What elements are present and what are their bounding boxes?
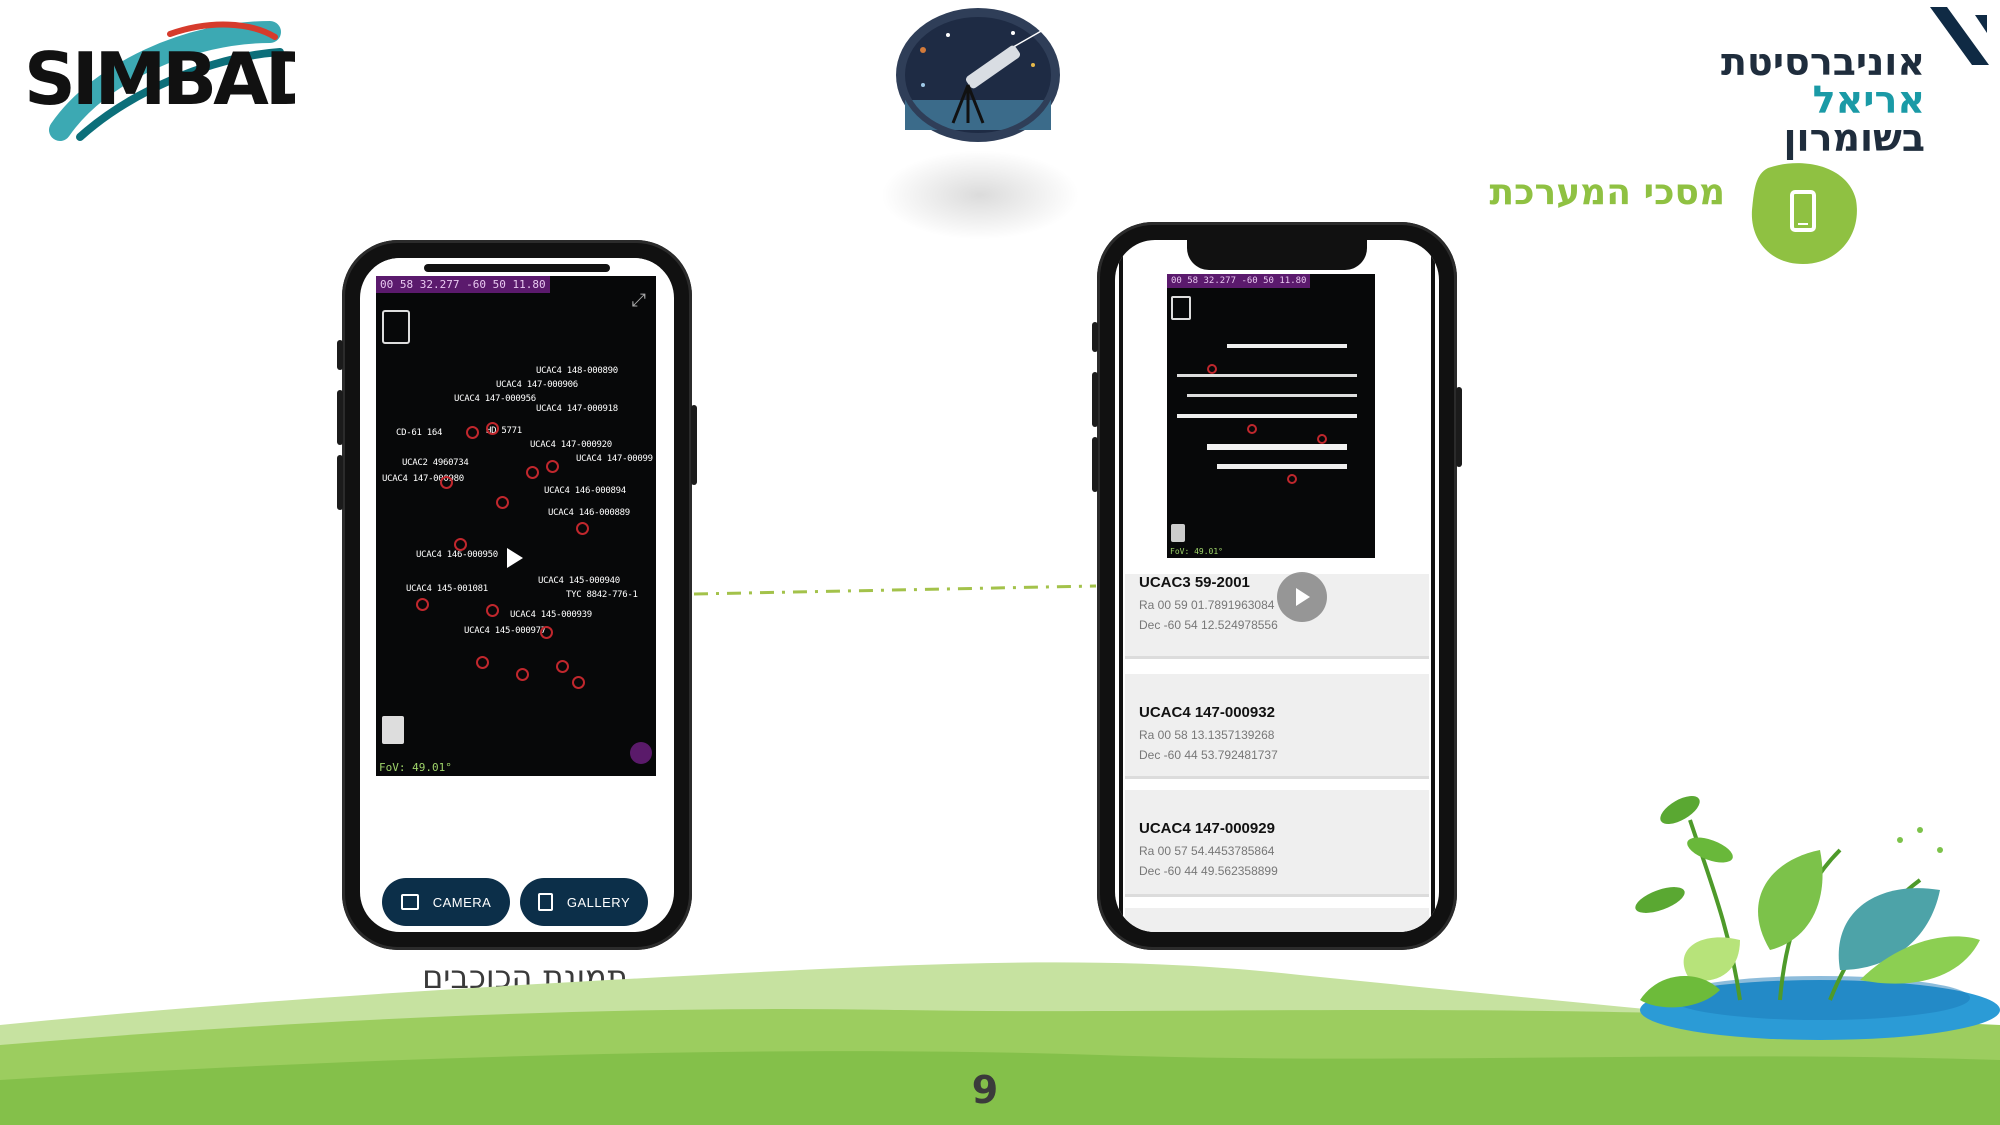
star-label: UCAC4 146-000889 [548,508,630,518]
phone-notch [1187,240,1367,270]
svg-text:SIMBAD: SIMBAD [24,37,295,121]
university-line-3: בשומרון [1783,116,1926,160]
fov-readout: FoV: 49.01° [379,761,452,774]
star-marker [1207,364,1217,374]
star-marker [556,660,569,673]
camera-button-label: CAMERA [432,894,492,910]
star-name: UCAC4 147-000932 [1139,704,1275,721]
university-line-2: אריאל [1812,78,1925,122]
gallery-button-label: GALLERY [566,894,631,910]
play-icon[interactable] [496,540,532,576]
phone-screen-left: 00 58 32.277 -60 50 11.80 ⤢ UCAC4 148-00… [360,258,674,932]
phone-mockup-left: 00 58 32.277 -60 50 11.80 ⤢ UCAC4 148-00… [337,240,697,950]
phone-mockup-right: 00 58 32.277 -60 50 11.80 FoV: 49.01° UC… [1092,222,1462,950]
star-marker [486,422,499,435]
star-name: UCAC3 59-2001 [1139,574,1250,591]
play-icon[interactable] [1277,572,1327,622]
layers-icon[interactable] [1171,296,1191,320]
star-marker [516,668,529,681]
star-dec: Dec -60 44 49.562358899 [1139,864,1278,878]
star-marker [466,426,479,439]
star-ra: Ra 00 57 54.4453785864 [1139,844,1275,858]
section-title: מסכי המערכת [1489,172,1725,213]
telescope-illustration [893,5,1063,145]
star-label: UCAC4 145-000977 [464,626,546,636]
fov-readout: FoV: 49.01° [1170,547,1223,556]
star-marker [440,476,453,489]
star-label: UCAC4 145-001081 [406,584,488,594]
star-label: UCAC4 146-000894 [544,486,626,496]
star-marker [540,626,553,639]
gallery-button[interactable]: GALLERY [520,878,648,926]
star-list-item[interactable]: UCAC4 147-000929 Ra 00 57 54.4453785864 … [1125,790,1429,897]
star-label: CD-61 164 [396,428,443,438]
star-list-item[interactable]: UCAC4 147-000932 Ra 00 58 13.1357139268 … [1125,674,1429,779]
star-list-item[interactable]: UCAC3 59-2001 Ra 00 59 01.7891963084 Dec… [1125,574,1429,659]
star-field-thumbnail[interactable]: 00 58 32.277 -60 50 11.80 FoV: 49.01° [1167,274,1375,558]
camera-icon [400,894,419,910]
expand-icon[interactable]: ⤢ [632,290,646,311]
star-marker [476,656,489,669]
star-marker [486,604,499,617]
university-mark-icon [1930,7,1989,65]
star-label: UCAC4 147-000906 [496,380,578,390]
star-marker [572,676,585,689]
star-marker [1287,474,1297,484]
star-marker [454,538,467,551]
simbad-logo: SIMBAD [20,12,325,147]
layers-icon[interactable] [382,310,410,344]
star-dec: Dec -60 44 53.792481737 [1139,748,1278,762]
star-marker [1317,434,1327,444]
star-name: UCAC4 147-000929 [1139,820,1275,837]
star-label: UCAC4 147-000956 [454,394,536,404]
star-label: UCAC4 146-000950 [416,550,498,560]
list-icon[interactable] [1171,524,1185,542]
coordinate-readout: 00 58 32.277 -60 50 11.80 [1167,274,1311,288]
telescope-shadow [880,150,1080,240]
star-marker [416,598,429,611]
star-label: UCAC4 147-00099 [576,454,653,464]
star-dec: Dec -60 54 12.524978556 [1139,618,1278,632]
connector-line [693,584,1097,596]
star-label: UCAC4 147-000920 [530,440,612,450]
plant-pond-illustration [1635,796,2000,1040]
section-badge [1748,160,1860,266]
star-field-image[interactable]: 00 58 32.277 -60 50 11.80 ⤢ UCAC4 148-00… [376,276,656,776]
ariel-university-logo: אוניברסיטת אריאל בשומרון [1705,5,1995,160]
star-list-item[interactable] [1125,908,1429,932]
star-marker [526,466,539,479]
star-label: UCAC2 4960734 [402,458,469,468]
star-marker [546,460,559,473]
gallery-icon [537,893,553,911]
phone-screen-right: 00 58 32.277 -60 50 11.80 FoV: 49.01° UC… [1115,240,1439,932]
star-label: UCAC4 145-000939 [510,610,592,620]
star-label: UCAC4 148-000890 [536,366,618,376]
star-label: UCAC4 147-000918 [536,404,618,414]
star-ra: Ra 00 59 01.7891963084 [1139,598,1275,612]
coordinate-readout: 00 58 32.277 -60 50 11.80 [376,276,550,293]
star-marker [576,522,589,535]
list-icon[interactable] [382,716,404,744]
speaker-notch [424,264,610,272]
star-marker [496,496,509,509]
star-label: UCAC4 145-000940 [538,576,620,586]
galaxy-icon[interactable] [630,742,652,764]
star-label: TYC 8842-776-1 [566,590,638,600]
star-marker [1247,424,1257,434]
page-number: 9 [971,1068,999,1112]
university-line-1: אוניברסיטת [1721,40,1925,84]
camera-button[interactable]: CAMERA [382,878,510,926]
star-ra: Ra 00 58 13.1357139268 [1139,728,1275,742]
